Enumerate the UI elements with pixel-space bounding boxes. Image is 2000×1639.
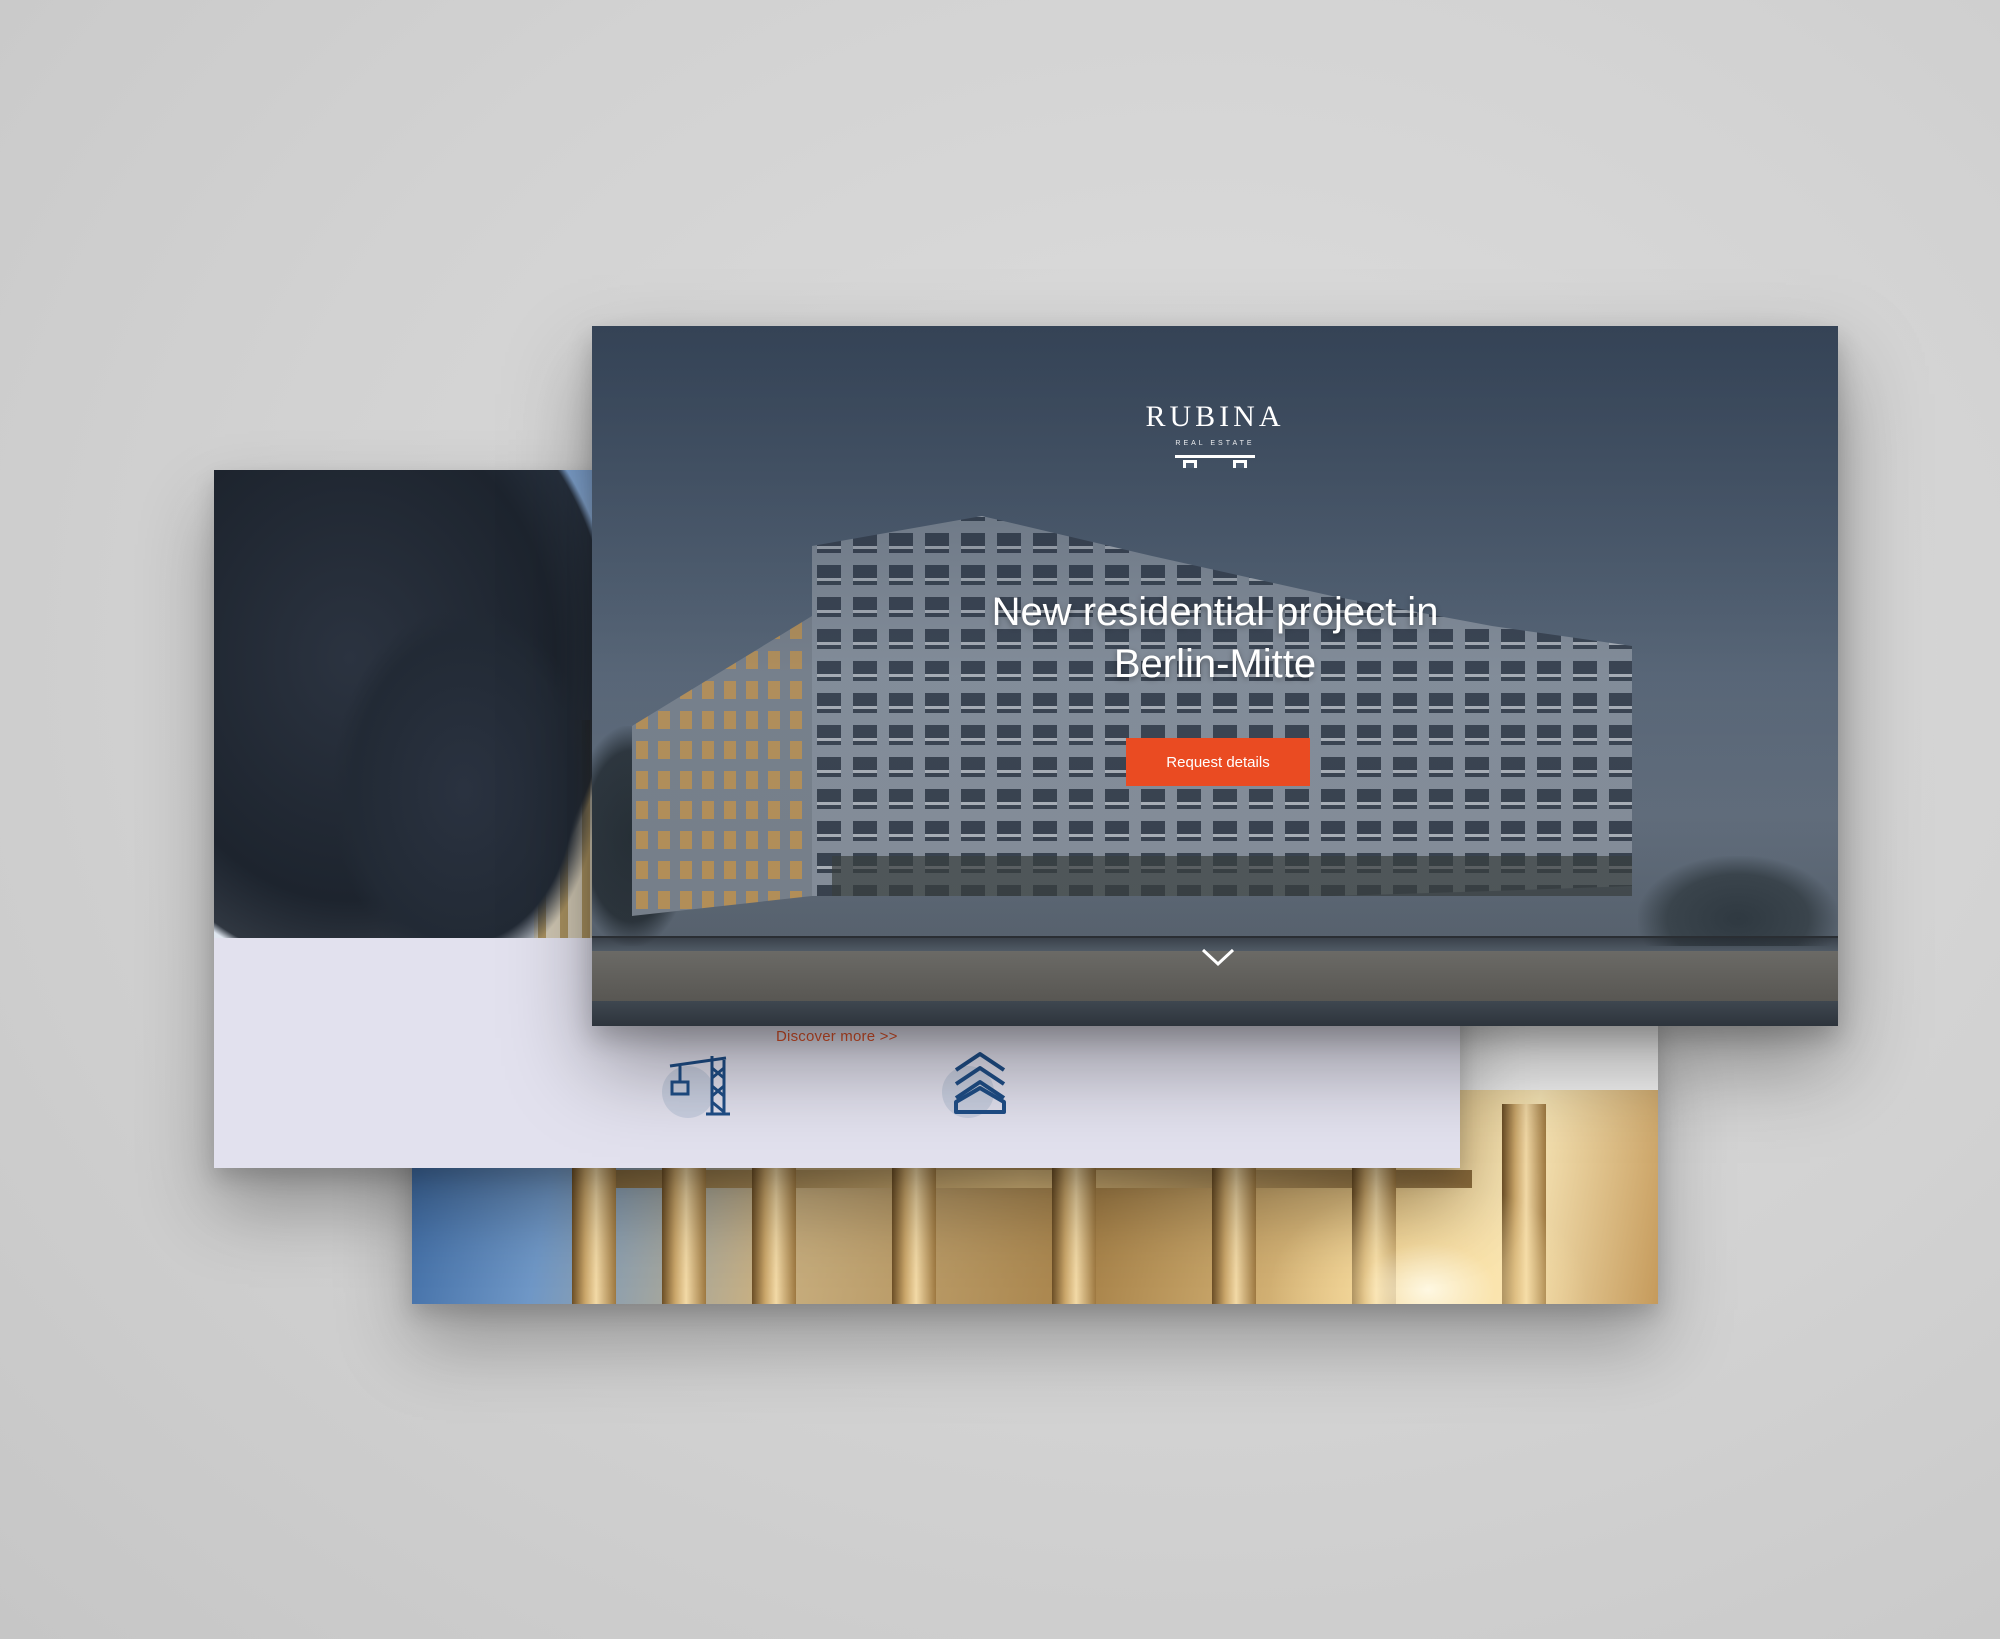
logo-mark-icon bbox=[1175, 455, 1255, 468]
logo-tagline: REAL ESTATE bbox=[1175, 440, 1255, 447]
hero-heading: New residential project in Berlin-Mitte bbox=[592, 586, 1838, 690]
hero-heading-line1: New residential project in bbox=[991, 590, 1439, 634]
hero-heading-line2: Berlin-Mitte bbox=[1113, 642, 1317, 686]
tree-silhouette bbox=[334, 610, 594, 970]
request-details-button[interactable]: Request details bbox=[1126, 738, 1310, 786]
discover-more-link[interactable]: Discover more >> bbox=[776, 1028, 898, 1045]
crane-icon bbox=[662, 1046, 742, 1126]
tree-silhouette bbox=[1638, 856, 1838, 946]
stacked-chevrons-icon bbox=[942, 1046, 1022, 1126]
sun-flare bbox=[1268, 1180, 1588, 1304]
river-water bbox=[592, 1001, 1838, 1026]
webpage-card-front: RUBINA REAL ESTATE New residential proje… bbox=[592, 326, 1838, 1026]
rubina-logo[interactable]: RUBINA REAL ESTATE bbox=[592, 400, 1838, 469]
logo-wordmark: RUBINA bbox=[1145, 400, 1285, 433]
chevron-down-icon[interactable] bbox=[1200, 946, 1236, 968]
